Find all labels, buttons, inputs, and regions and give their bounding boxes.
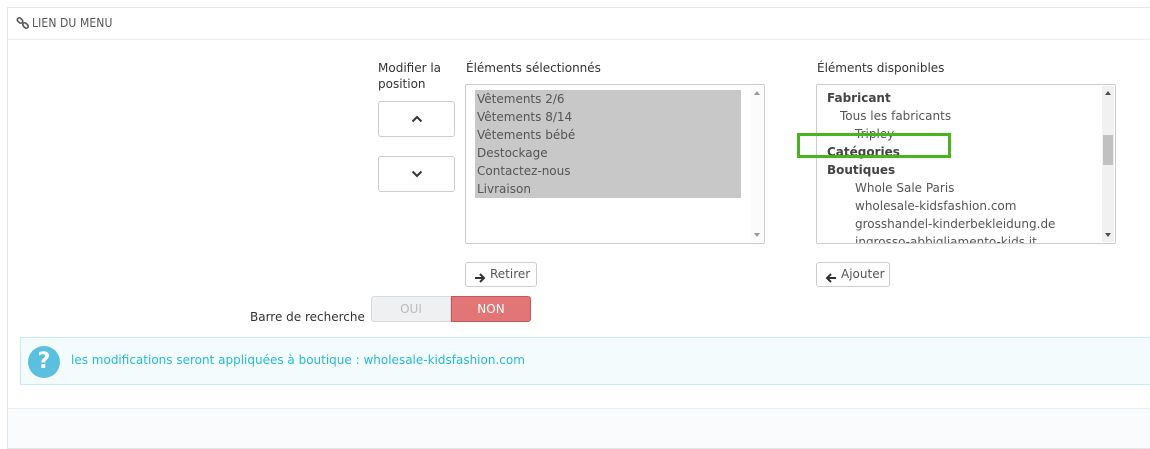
selected-item[interactable]: Destockage: [475, 144, 741, 162]
scroll-up-arrow-icon[interactable]: [751, 86, 763, 100]
remove-button[interactable]: Retirer: [465, 262, 537, 287]
link-icon: [16, 16, 30, 30]
arrow-right-icon: [474, 269, 486, 283]
arrow-left-icon: [825, 269, 837, 283]
scrollbar-thumb[interactable]: [1103, 135, 1113, 165]
panel-footer: [8, 408, 1150, 448]
available-group[interactable]: Boutiques: [827, 161, 895, 179]
search-bar-label: Barre de recherche: [250, 310, 365, 324]
scroll-down-arrow-icon[interactable]: [751, 228, 763, 242]
selected-item[interactable]: Vêtements 2/6: [475, 90, 741, 108]
move-down-button[interactable]: [378, 156, 455, 192]
categories-highlight-box: [797, 133, 951, 158]
panel-heading: LIEN DU MENU: [8, 8, 1150, 40]
switch-no-option[interactable]: NON: [451, 296, 531, 322]
scroll-down-arrow-icon[interactable]: [1102, 228, 1114, 242]
available-item[interactable]: wholesale-kidsfashion.com: [855, 197, 1016, 215]
switch-yes-option[interactable]: OUI: [371, 296, 451, 322]
available-item[interactable]: Tous les fabricants: [840, 107, 951, 125]
add-button-label: Ajouter: [841, 267, 885, 281]
search-bar-switch[interactable]: OUI NON: [371, 296, 531, 322]
selected-item[interactable]: Contactez-nous: [475, 162, 741, 180]
available-item[interactable]: Whole Sale Paris: [855, 179, 954, 197]
selected-item[interactable]: Livraison: [475, 180, 741, 198]
selected-items-label: Éléments sélectionnés: [466, 61, 601, 75]
selected-item[interactable]: Vêtements 8/14: [475, 108, 741, 126]
selected-list-scrollbar[interactable]: [751, 86, 763, 242]
panel-title: LIEN DU MENU: [32, 16, 113, 30]
question-icon: ?: [28, 346, 60, 378]
available-list-scrollbar[interactable]: [1102, 86, 1114, 242]
info-alert: ? les modifications seront appliquées à …: [20, 337, 1150, 385]
alert-message: les modifications seront appliquées à bo…: [71, 353, 525, 367]
available-items-label: Éléments disponibles: [817, 61, 945, 75]
selected-item[interactable]: Vêtements bébé: [475, 126, 741, 144]
add-button[interactable]: Ajouter: [816, 262, 890, 287]
available-item[interactable]: grosshandel-kinderbekleidung.de: [855, 215, 1055, 233]
available-items-list[interactable]: Fabricant Tous les fabricants Tripley Ca…: [816, 84, 1116, 244]
position-label: Modifier la position: [378, 61, 442, 91]
selected-items-list[interactable]: Vêtements 2/6 Vêtements 8/14 Vêtements b…: [465, 84, 765, 244]
available-item[interactable]: ingrosso-abbigliamento-kids.it: [855, 233, 1037, 243]
available-group[interactable]: Fabricant: [827, 89, 891, 107]
scroll-up-arrow-icon[interactable]: [1102, 86, 1114, 100]
move-up-button[interactable]: [378, 101, 455, 137]
remove-button-label: Retirer: [490, 267, 531, 281]
